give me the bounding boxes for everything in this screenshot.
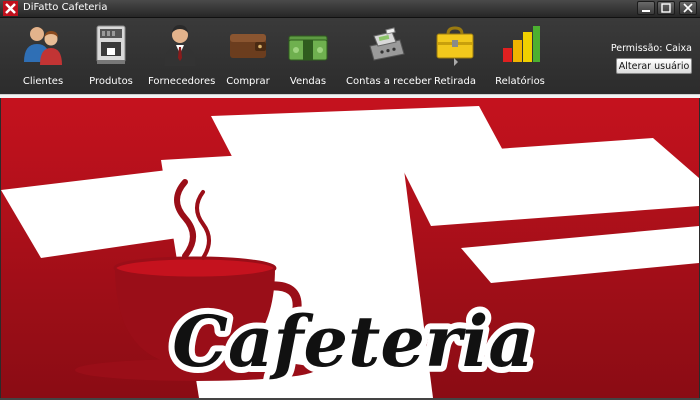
logo-text: Cafeteria (172, 300, 533, 383)
switch-user-button[interactable]: Alterar usuário (616, 58, 692, 74)
maximize-icon (661, 3, 671, 13)
toolbar-clientes-button[interactable]: Clientes (12, 18, 74, 94)
cafeteria-logo: Cafeteria Cafeteria (1, 98, 699, 398)
toolbar-item-label: Comprar (226, 76, 270, 87)
app-logo-icon (3, 1, 18, 16)
wallet-icon (230, 34, 266, 58)
businessman-icon (164, 25, 196, 66)
cash-register-icon (369, 27, 405, 61)
toolbar-item-label: Contas a receber (346, 76, 432, 87)
close-button[interactable] (679, 1, 697, 15)
toolbar-contas-a-receber-button[interactable]: Contas a receber (346, 18, 432, 94)
toolbox-icon (436, 26, 474, 66)
permission-label: Permissão: Caixa (610, 43, 692, 54)
toolbar-vendas-button[interactable]: Vendas (284, 18, 332, 94)
bar-chart-icon (503, 26, 540, 62)
users-icon (24, 27, 62, 65)
toolbar-retirada-button[interactable]: Retirada (430, 18, 480, 94)
maximize-button[interactable] (657, 1, 675, 15)
toolbar-produtos-button[interactable]: Produtos (80, 18, 142, 94)
toolbar-item-label: Vendas (289, 76, 327, 87)
toolbar-comprar-button[interactable]: Comprar (218, 18, 278, 94)
toolbar-item-label: Clientes (22, 76, 64, 87)
minimize-button[interactable] (637, 1, 655, 15)
money-icon (288, 35, 328, 61)
window-title: DiFatto Cafeteria (23, 2, 108, 13)
toolbar-item-label: Fornecedores (148, 76, 216, 87)
close-icon (683, 3, 693, 13)
toolbar-item-label: Produtos (89, 76, 133, 87)
coffee-machine-icon (96, 25, 126, 64)
minimize-icon (642, 10, 650, 12)
main-toolbar: Clientes Produtos Fornecedores Comprar V… (0, 18, 700, 94)
toolbar-fornecedores-button[interactable]: Fornecedores (148, 18, 216, 94)
cafeteria-banner: Cafeteria Cafeteria (1, 98, 699, 398)
toolbar-item-label: Relatórios (495, 76, 545, 87)
toolbar-relatorios-button[interactable]: Relatórios (490, 18, 550, 94)
toolbar-item-label: Retirada (433, 76, 477, 87)
title-bar: DiFatto Cafeteria (0, 0, 700, 18)
